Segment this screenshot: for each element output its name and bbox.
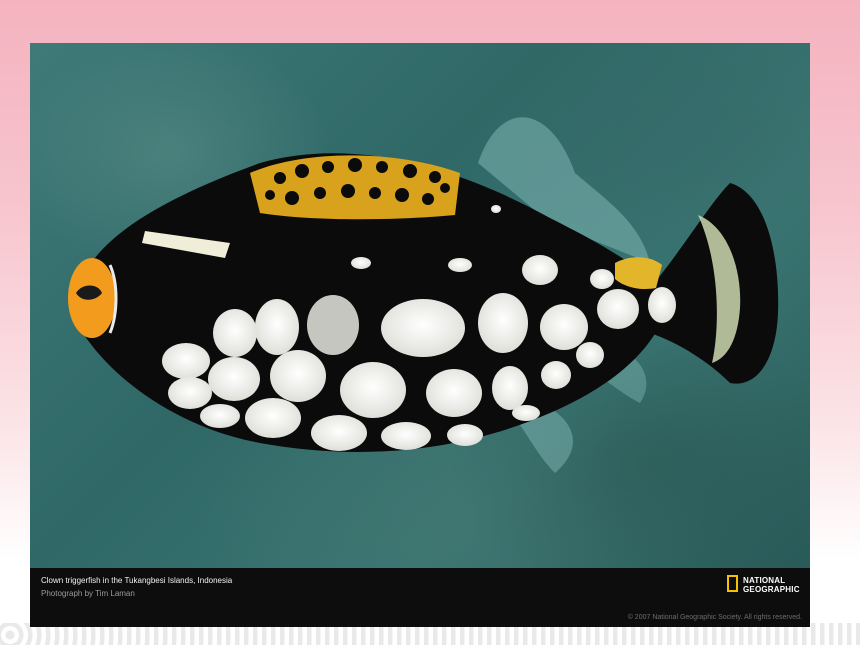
photo-frame: Clown triggerfish in the Tukangbesi Isla…: [30, 43, 810, 627]
caption-title: Clown triggerfish in the Tukangbesi Isla…: [41, 576, 233, 585]
pectoral-fin: [307, 295, 359, 355]
clown-triggerfish-illustration: [68, 117, 779, 473]
logo-line-2: GEOGRAPHIC: [743, 585, 800, 594]
caption-credit: Photograph by Tim Laman: [41, 589, 135, 598]
ng-yellow-frame-icon: [727, 575, 738, 592]
national-geographic-logo: NATIONAL GEOGRAPHIC: [727, 574, 803, 598]
triggerfish-photo: [30, 43, 810, 568]
caption-bar: Clown triggerfish in the Tukangbesi Isla…: [30, 568, 810, 627]
copyright-notice: © 2007 National Geographic Society. All …: [627, 614, 802, 621]
logo-line-1: NATIONAL: [743, 576, 786, 585]
